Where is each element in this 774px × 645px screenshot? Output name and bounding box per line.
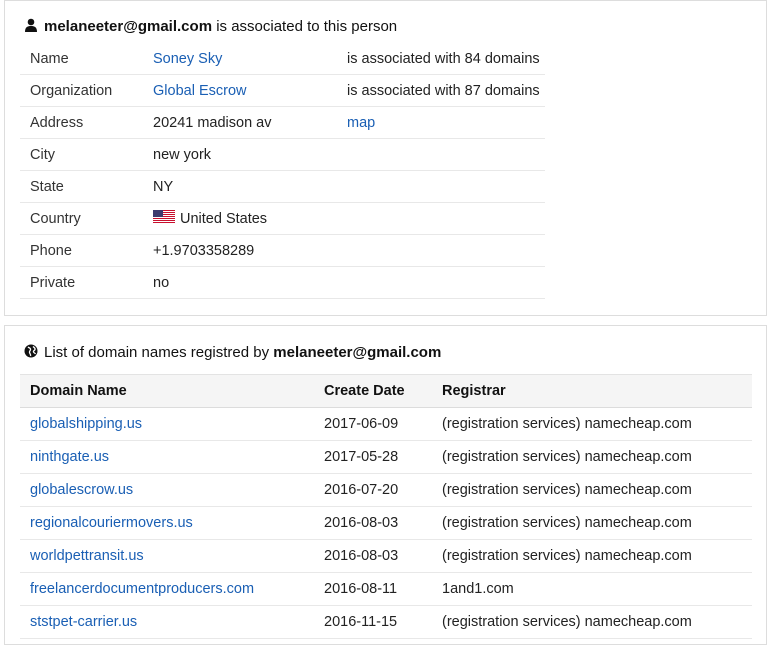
info-row-address: Address 20241 madison av map (20, 106, 545, 139)
info-extra-cell (337, 266, 545, 299)
info-extra-cell (337, 138, 545, 171)
info-value-address: 20241 madison av (153, 114, 272, 131)
domain-link[interactable]: ninthgate.us (30, 449, 109, 465)
map-link[interactable]: map (347, 115, 375, 131)
info-label: Private (20, 266, 143, 299)
info-row-private: Private no (20, 266, 545, 299)
domain-row: ststpet-carrier.us 2016-11-15 (registratio… (20, 605, 752, 639)
domains-email: melaneeter@gmail.com (273, 344, 442, 361)
person-panel-title: melaneeter@gmail.com is associated to th… (24, 18, 397, 35)
person-title-suffix: is associated to this person (212, 18, 398, 35)
domain-link[interactable]: globalshipping.us (30, 416, 142, 432)
column-header-domain[interactable]: Domain Name (20, 374, 314, 408)
info-extra-cell (337, 234, 545, 267)
domain-cell: globalescrow.us (20, 473, 314, 507)
info-label: Address (20, 106, 143, 139)
info-extra-cell (337, 202, 545, 235)
domain-link[interactable]: globalescrow.us (30, 482, 133, 498)
info-value-link-organization[interactable]: Global Escrow (153, 83, 246, 99)
association-count-text: is associated with 87 domains (347, 82, 540, 99)
domains-panel: List of domain names registred by melane… (4, 325, 767, 645)
user-icon (25, 18, 37, 32)
domain-cell: worldpettransit.us (20, 539, 314, 573)
domain-row: worldpettransit.us 2016-08-03 (registratio… (20, 539, 752, 573)
globe-icon (24, 344, 38, 358)
domains-title-prefix: List of domain names registred by (44, 344, 274, 361)
info-value-state: NY (153, 178, 174, 195)
create-date-cell: 2017-05-28 (314, 440, 432, 474)
info-value-cell: +1.9703358289 (143, 234, 337, 267)
domain-cell: ninthgate.us (20, 440, 314, 474)
domain-row: freelancerdocumentproducers.com 2016-08-1… (20, 572, 752, 606)
create-date-cell: 2016-08-03 (314, 539, 432, 573)
domains-table: Domain Name Create Date Registrar global… (20, 374, 752, 639)
registrar-cell: (registration services) namecheap.com (432, 506, 752, 540)
info-row-organization: Organization Global Escrow is associated w… (20, 74, 545, 107)
domain-cell: ststpet-carrier.us (20, 605, 314, 639)
info-value-cell: no (143, 266, 337, 299)
info-value-city: new york (153, 146, 212, 163)
info-value-cell: Soney Sky (143, 43, 337, 75)
info-value-phone: +1.9703358289 (153, 242, 255, 259)
info-value-cell: Global Escrow (143, 74, 337, 107)
domain-cell: regionalcouriermovers.us (20, 506, 314, 540)
info-label: Name (30, 50, 69, 67)
info-extra-cell: is associated with 84 domains (337, 43, 545, 75)
info-value-link-name[interactable]: Soney Sky (153, 51, 222, 67)
info-label: Phone (20, 234, 143, 267)
info-value-cell: United States (143, 202, 337, 235)
person-info-table: Name Soney Sky is associated with 84 domai… (20, 43, 545, 299)
person-email: melaneeter@gmail.com (44, 18, 213, 35)
domain-row: globalescrow.us 2016-07-20 (registration s… (20, 473, 752, 507)
registrar-cell: (registration services) namecheap.com (432, 407, 752, 441)
column-header-create-date[interactable]: Create Date (314, 374, 432, 408)
info-label: Organization (20, 74, 143, 107)
domain-row: regionalcouriermovers.us 2016-08-03 (regis… (20, 506, 752, 540)
info-label: City (20, 138, 143, 171)
info-row-country: Country United States (20, 202, 545, 235)
create-date-cell: 2016-07-20 (314, 473, 432, 507)
create-date-cell: 2016-08-03 (314, 506, 432, 540)
domains-table-header: Domain Name Create Date Registrar (20, 374, 752, 408)
info-value-country: United States (180, 211, 268, 227)
domain-link[interactable]: freelancerdocumentproducers.com (30, 581, 254, 597)
domain-link[interactable]: regionalcouriermovers.us (30, 515, 193, 531)
domain-link[interactable]: worldpettransit.us (30, 548, 144, 564)
registrar-cell: (registration services) namecheap.com (432, 440, 752, 474)
create-date-cell: 2016-11-15 (314, 605, 432, 639)
registrar-cell: (registration services) namecheap.com (432, 473, 752, 507)
info-extra-cell (337, 170, 545, 203)
info-label: Country (20, 202, 143, 235)
column-header-registrar[interactable]: Registrar (432, 374, 752, 408)
info-value-cell: 20241 madison av (143, 106, 337, 139)
info-row-phone: Phone +1.9703358289 (20, 234, 545, 267)
domains-panel-title: List of domain names registred by melane… (24, 344, 441, 361)
info-row-state: State NY (20, 170, 545, 203)
create-date-cell: 2017-06-09 (314, 407, 432, 441)
domain-cell: freelancerdocumentproducers.com (20, 572, 314, 606)
info-value-cell: NY (143, 170, 337, 203)
person-panel: melaneeter@gmail.com is associated to th… (4, 0, 767, 316)
registrar-cell: (registration services) namecheap.com (432, 605, 752, 639)
info-value-private: no (153, 274, 170, 291)
domain-row: globalshipping.us 2017-06-09 (registration… (20, 407, 752, 441)
registrar-cell: 1and1.com (432, 572, 752, 606)
domain-row: ninthgate.us 2017-05-28 (registration serv… (20, 440, 752, 474)
registrar-cell: (registration services) namecheap.com (432, 539, 752, 573)
info-row-name: Name Soney Sky is associated with 84 domai… (20, 43, 545, 75)
info-value-cell: new york (143, 138, 337, 171)
domain-cell: globalshipping.us (20, 407, 314, 441)
create-date-cell: 2016-08-11 (314, 572, 432, 606)
us-flag-icon (153, 210, 175, 224)
info-label: State (20, 170, 143, 203)
domain-link[interactable]: ststpet-carrier.us (30, 614, 137, 630)
info-row-city: City new york (20, 138, 545, 171)
association-count-text: is associated with 84 domains (347, 50, 540, 67)
info-extra-cell: is associated with 87 domains (337, 74, 545, 107)
info-extra-cell: map (337, 106, 545, 139)
